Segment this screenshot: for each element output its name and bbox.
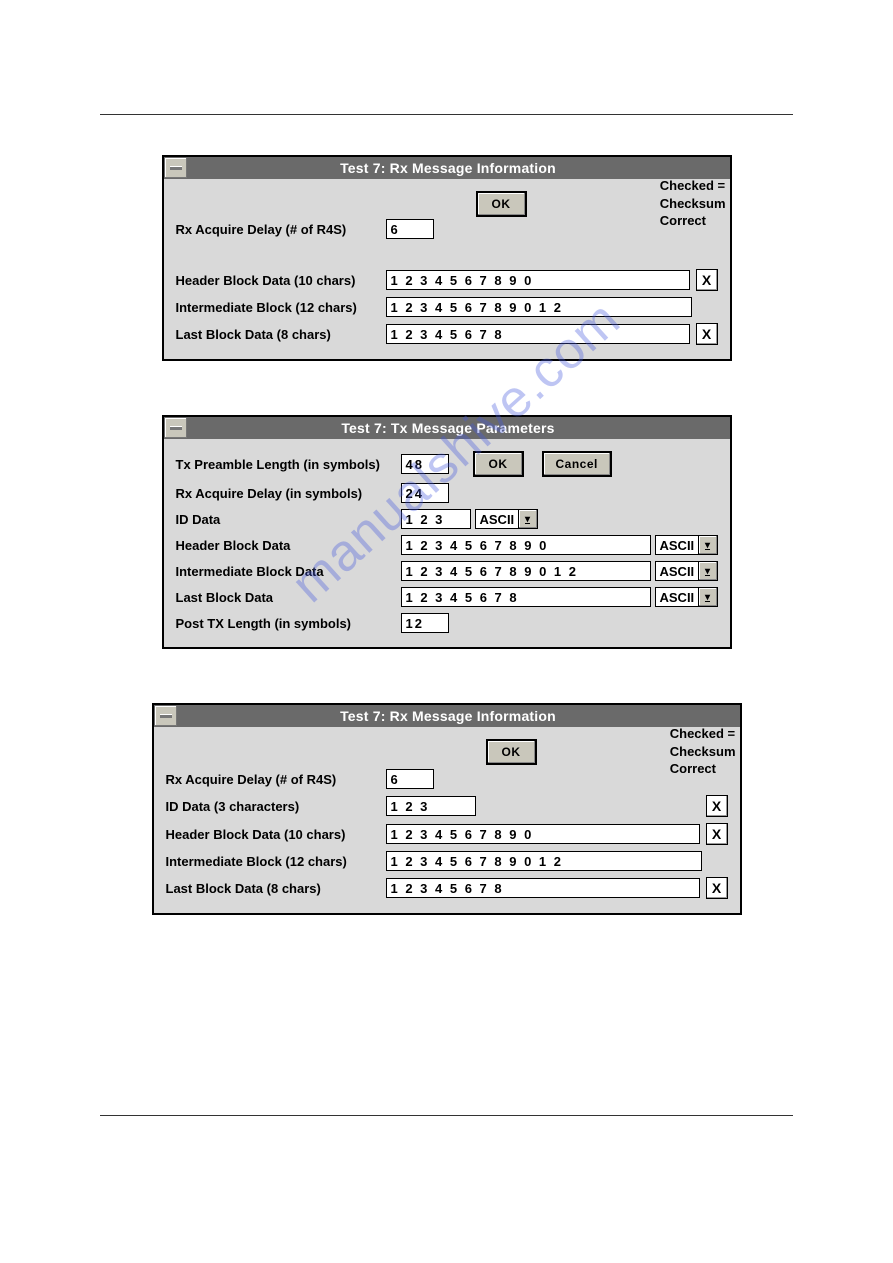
checkbox-header-1[interactable]: X xyxy=(696,269,718,291)
dropdown-intermediate-encoding[interactable]: ASCII ▾ xyxy=(655,561,718,581)
label-rx-acquire-delay-1: Rx Acquire Delay (# of R4S) xyxy=(176,222,386,237)
title-text-2: Test 7: Tx Message Parameters xyxy=(191,420,730,436)
label-rx-acq-3: Rx Acquire Delay (# of R4S) xyxy=(166,772,386,787)
input-last-block-1[interactable]: 1 2 3 4 5 6 7 8 xyxy=(386,324,690,344)
chevron-down-icon-h[interactable]: ▾ xyxy=(699,535,718,555)
input-last-block-2[interactable]: 1 2 3 4 5 6 7 8 xyxy=(401,587,651,607)
system-menu-icon-3[interactable] xyxy=(155,706,177,726)
label-header-block-2: Header Block Data xyxy=(176,538,401,553)
dropdown-id-encoding[interactable]: ASCII ▾ xyxy=(475,509,538,529)
input-rx-acquire-delay-1[interactable]: 6 xyxy=(386,219,434,239)
cancel-button[interactable]: Cancel xyxy=(542,451,612,477)
input-rx-acquire-delay-2[interactable]: 24 xyxy=(401,483,449,503)
title-text-1: Test 7: Rx Message Information xyxy=(191,160,730,176)
label-last-block-2: Last Block Data xyxy=(176,590,401,605)
checkbox-last-1[interactable]: X xyxy=(696,323,718,345)
input-id-data-3[interactable]: 1 2 3 xyxy=(386,796,476,816)
dropdown-id-text: ASCII xyxy=(475,509,519,529)
system-menu-icon-2[interactable] xyxy=(165,418,187,438)
input-rx-acq-3[interactable]: 6 xyxy=(386,769,434,789)
dialog-rx-msg-info-1: Test 7: Rx Message Information Checked =… xyxy=(162,155,732,361)
input-intermediate-block-1[interactable]: 1 2 3 4 5 6 7 8 9 0 1 2 xyxy=(386,297,692,317)
checkbox-header-3[interactable]: X xyxy=(706,823,728,845)
label-header-block-1: Header Block Data (10 chars) xyxy=(176,273,386,288)
dropdown-header-encoding[interactable]: ASCII ▾ xyxy=(655,535,718,555)
bottom-rule xyxy=(100,1115,793,1116)
dropdown-last-text: ASCII xyxy=(655,587,699,607)
label-last-block-1: Last Block Data (8 chars) xyxy=(176,327,386,342)
input-intermediate-block-2[interactable]: 1 2 3 4 5 6 7 8 9 0 1 2 xyxy=(401,561,651,581)
top-rule xyxy=(100,114,793,115)
input-last-block-3[interactable]: 1 2 3 4 5 6 7 8 xyxy=(386,878,700,898)
chevron-down-icon-i[interactable]: ▾ xyxy=(699,561,718,581)
titlebar-1: Test 7: Rx Message Information xyxy=(164,157,730,179)
label-id-data: ID Data xyxy=(176,512,401,527)
label-header-block-3: Header Block Data (10 chars) xyxy=(166,827,386,842)
dropdown-header-text: ASCII xyxy=(655,535,699,555)
checkbox-last-3[interactable]: X xyxy=(706,877,728,899)
label-rx-acquire-delay-2: Rx Acquire Delay (in symbols) xyxy=(176,486,401,501)
ok-button-2[interactable]: OK xyxy=(473,451,524,477)
checked-legend-2: Checked = Checksum Correct xyxy=(670,725,736,778)
input-header-block-3[interactable]: 1 2 3 4 5 6 7 8 9 0 xyxy=(386,824,700,844)
input-intermediate-block-3[interactable]: 1 2 3 4 5 6 7 8 9 0 1 2 xyxy=(386,851,702,871)
input-header-block-2[interactable]: 1 2 3 4 5 6 7 8 9 0 xyxy=(401,535,651,555)
dropdown-last-encoding[interactable]: ASCII ▾ xyxy=(655,587,718,607)
input-post-tx[interactable]: 12 xyxy=(401,613,449,633)
label-id-data-3: ID Data (3 characters) xyxy=(166,799,386,814)
label-post-tx: Post TX Length (in symbols) xyxy=(176,616,401,631)
title-text-3: Test 7: Rx Message Information xyxy=(181,708,740,724)
label-intermediate-block-1: Intermediate Block (12 chars) xyxy=(176,300,386,315)
ok-button-1[interactable]: OK xyxy=(476,191,527,217)
input-header-block-1[interactable]: 1 2 3 4 5 6 7 8 9 0 xyxy=(386,270,690,290)
label-tx-preamble: Tx Preamble Length (in symbols) xyxy=(176,457,401,472)
dialog-tx-msg-params: Test 7: Tx Message Parameters Tx Preambl… xyxy=(162,415,732,649)
titlebar-2: Test 7: Tx Message Parameters xyxy=(164,417,730,439)
label-last-block-3: Last Block Data (8 chars) xyxy=(166,881,386,896)
checkbox-id-3[interactable]: X xyxy=(706,795,728,817)
ok-button-3[interactable]: OK xyxy=(486,739,537,765)
system-menu-icon[interactable] xyxy=(165,158,187,178)
label-intermediate-block-2: Intermediate Block Data xyxy=(176,564,401,579)
chevron-down-icon-l[interactable]: ▾ xyxy=(699,587,718,607)
input-id-data[interactable]: 1 2 3 xyxy=(401,509,471,529)
chevron-down-icon[interactable]: ▾ xyxy=(519,509,538,529)
input-tx-preamble[interactable]: 48 xyxy=(401,454,449,474)
titlebar-3: Test 7: Rx Message Information xyxy=(154,705,740,727)
dropdown-intermediate-text: ASCII xyxy=(655,561,699,581)
label-intermediate-block-3: Intermediate Block (12 chars) xyxy=(166,854,386,869)
checked-legend-1: Checked = Checksum Correct xyxy=(660,177,726,230)
dialog-rx-msg-info-2: Test 7: Rx Message Information Checked =… xyxy=(152,703,742,915)
